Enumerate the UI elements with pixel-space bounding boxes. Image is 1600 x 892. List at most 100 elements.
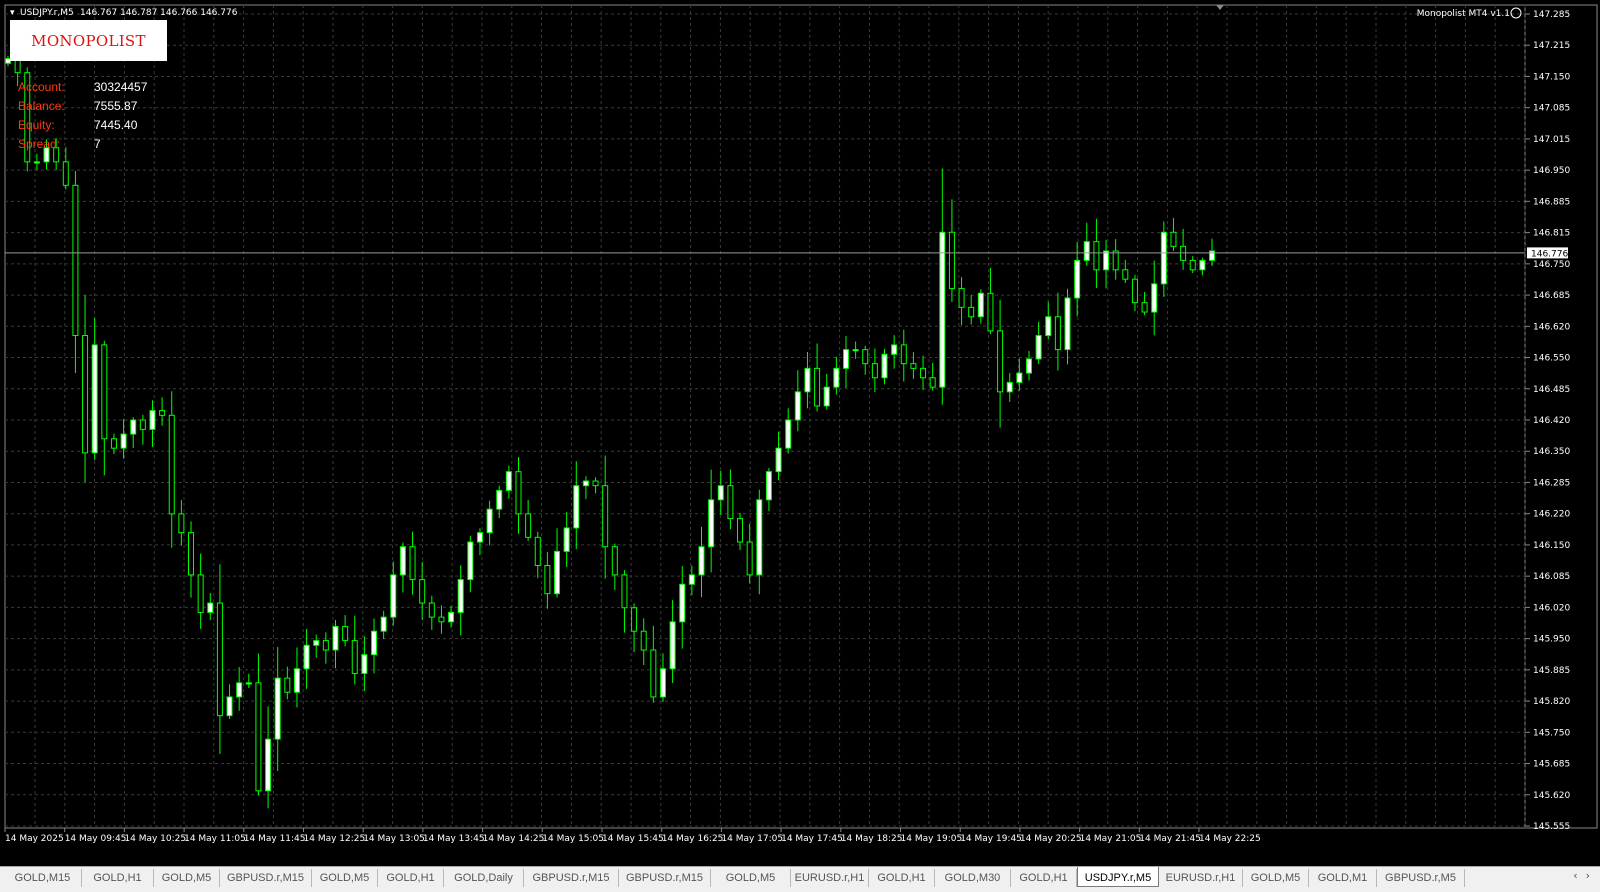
- candle-body-bull: [120, 433, 127, 449]
- candle-body-bear: [284, 677, 291, 693]
- chart-window[interactable]: 146.776 147.285 147.215 147.150 147.085 147.…: [0, 0, 1600, 866]
- candle-body-bear: [322, 640, 329, 651]
- tab-gold-h1-1[interactable]: GOLD,H1: [82, 869, 154, 887]
- price-tick-label: 146.085: [1533, 572, 1570, 582]
- price-tick-label: 146.220: [1533, 510, 1570, 520]
- candle-body-bull: [1025, 358, 1032, 374]
- candle-body-bull: [563, 527, 570, 552]
- chart-tabs: GOLD,M15 GOLD,H1 GOLD,M5 GBPUSD.r,M15 GOLD,M…: [4, 867, 1465, 887]
- candle-body-bull: [823, 386, 830, 407]
- candle-body-bull: [274, 677, 281, 740]
- candle-body-bear: [351, 640, 358, 674]
- candle-body-bull: [775, 447, 782, 473]
- candle-body-bull: [1103, 250, 1110, 271]
- price-chart[interactable]: 146.776 147.285 147.215 147.150 147.085 147.…: [0, 0, 1600, 866]
- price-tick-label: 145.820: [1533, 697, 1570, 707]
- tab-gbpusd-r-m5-18[interactable]: GBPUSD.r,M5: [1377, 869, 1465, 887]
- candle-body-bull: [245, 682, 252, 685]
- price-tick-label: 147.085: [1533, 104, 1570, 114]
- candle-body-bull: [496, 489, 503, 510]
- account-info-panel: Account: 30324457 Balance: 7555.87 Equit…: [18, 80, 158, 156]
- candle-body-bear: [544, 565, 551, 595]
- candle-body-bear: [968, 306, 975, 318]
- candle-body-bull: [293, 668, 300, 693]
- candle-body-bull: [939, 231, 946, 388]
- tab-next-arrow-icon[interactable]: ›: [1586, 869, 1590, 882]
- time-tick-label: 14 May 15:05: [542, 834, 604, 844]
- candle-body-bear: [72, 184, 79, 337]
- candle-body-bull: [486, 508, 493, 534]
- tab-gold-h1-5[interactable]: GOLD,H1: [378, 869, 444, 887]
- tab-gold-m5-2[interactable]: GOLD,M5: [154, 869, 220, 887]
- candle-body-bear: [958, 288, 965, 308]
- candle-body-bull: [149, 410, 156, 430]
- candle-body-bull: [669, 621, 676, 670]
- equity-label: Equity:: [18, 118, 55, 132]
- price-tick-label: 145.950: [1533, 635, 1570, 645]
- candle-body-bull: [891, 344, 898, 355]
- tab-navigation: ‹ ›: [1573, 869, 1590, 882]
- candle-body-bear: [419, 579, 426, 604]
- candle-body-bull: [1083, 241, 1090, 261]
- candle-body-bear: [737, 518, 744, 543]
- candle-body-bear: [197, 574, 204, 613]
- tab-gold-m30-12[interactable]: GOLD,M30: [935, 869, 1011, 887]
- time-tick-label: 14 May 17:05: [721, 834, 783, 844]
- candle-body-bear: [1054, 316, 1061, 351]
- time-tick-label: 14 May 11:05: [184, 834, 246, 844]
- tab-gold-daily-6[interactable]: GOLD,Daily: [444, 869, 524, 887]
- tab-usdjpy-r-m5-14[interactable]: USDJPY.r,M5: [1077, 867, 1159, 887]
- candle-body-bear: [168, 414, 175, 515]
- tab-gbpusd-r-m15-7[interactable]: GBPUSD.r,M15: [524, 869, 619, 887]
- time-tick-label: 14 May 21:45: [1139, 834, 1201, 844]
- price-tick-label: 146.420: [1533, 416, 1570, 426]
- chart-menu-arrow[interactable]: ▾: [10, 8, 15, 18]
- tab-gold-m15-0[interactable]: GOLD,M15: [4, 869, 82, 887]
- tab-gold-h1-13[interactable]: GOLD,H1: [1011, 869, 1077, 887]
- candle-body-bull: [371, 630, 378, 656]
- time-tick-label: 14 May 18:25: [841, 834, 903, 844]
- candle-body-bear: [178, 513, 185, 534]
- balance-row: Balance: 7555.87: [18, 99, 158, 118]
- candle-body-bear: [631, 607, 638, 632]
- tab-gold-m5-16[interactable]: GOLD,M5: [1243, 869, 1309, 887]
- time-tick-label: 14 May 22:25: [1199, 834, 1261, 844]
- price-tick-label: 146.750: [1533, 260, 1570, 270]
- candle-body-bear: [1189, 259, 1196, 271]
- candle-body-bull: [698, 546, 705, 576]
- candle-body-bull: [399, 546, 406, 576]
- candle-body-bull: [390, 574, 397, 618]
- tab-eurusd-r-h1-10[interactable]: EURUSD.r,H1: [791, 869, 869, 887]
- candle-body-bull: [785, 419, 792, 449]
- candle-body-bear: [101, 344, 108, 440]
- time-tick-label: 14 May 19:05: [901, 834, 963, 844]
- tab-gold-m5-9[interactable]: GOLD,M5: [711, 869, 791, 887]
- candle-body-bear: [900, 344, 907, 365]
- tab-gold-m1-17[interactable]: GOLD,M1: [1309, 869, 1377, 887]
- candle-body-bull: [1016, 372, 1023, 383]
- candle-body-bear: [602, 485, 609, 548]
- balance-label: Balance:: [18, 99, 65, 113]
- candle-body-bear: [862, 349, 869, 365]
- price-tick-label: 147.015: [1533, 135, 1570, 145]
- candle-body-bear: [216, 602, 223, 717]
- candle-body-bear: [342, 626, 349, 642]
- candle-body-bull: [1006, 381, 1013, 393]
- logo-text: MONOPOLIST: [31, 31, 146, 50]
- price-tick-label: 147.285: [1533, 10, 1570, 20]
- price-tick-label: 146.815: [1533, 229, 1570, 239]
- tab-gbpusd-r-m15-8[interactable]: GBPUSD.r,M15: [619, 869, 711, 887]
- tab-eurusd-r-h1-15[interactable]: EURUSD.r,H1: [1159, 869, 1243, 887]
- candle-body-bull: [33, 161, 40, 164]
- candle-body-bull: [236, 682, 243, 698]
- candle-body-bear: [910, 363, 917, 369]
- candle-body-bear: [438, 616, 445, 623]
- expert-advisor-label: Monopolist MT4 v1.1: [1417, 9, 1510, 19]
- chart-header-symbol: USDJPY.r,M5: [20, 8, 74, 18]
- tab-gold-h1-11[interactable]: GOLD,H1: [869, 869, 935, 887]
- tab-gbpusd-r-m15-3[interactable]: GBPUSD.r,M15: [220, 869, 312, 887]
- account-label: Account:: [18, 80, 65, 94]
- tab-gold-m5-4[interactable]: GOLD,M5: [312, 869, 378, 887]
- tab-prev-arrow-icon[interactable]: ‹: [1573, 869, 1577, 882]
- candle-body-bull: [977, 292, 984, 318]
